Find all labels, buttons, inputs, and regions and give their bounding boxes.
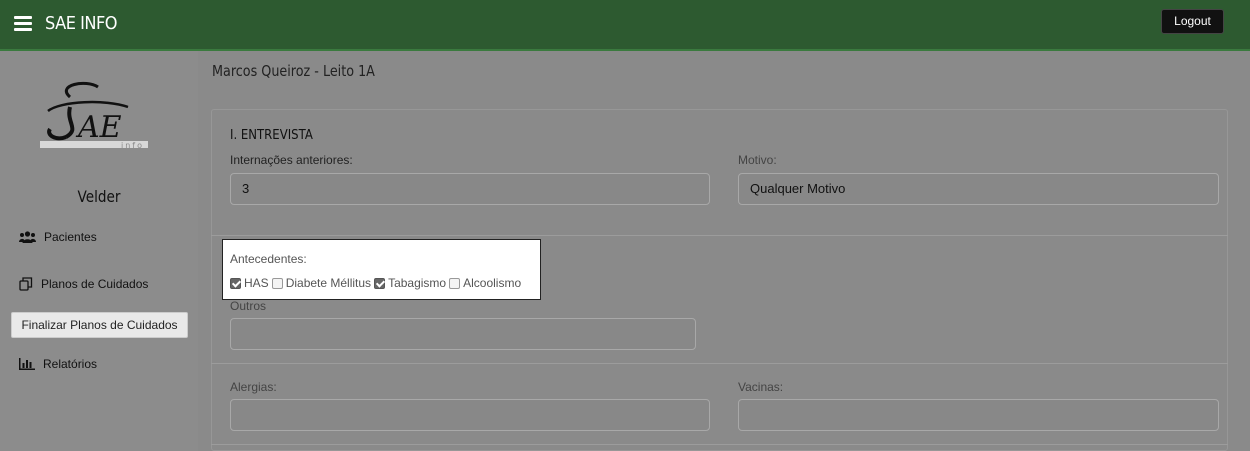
alergias-input[interactable] <box>230 399 710 431</box>
sidebar-item-relatorios[interactable]: Relatórios <box>19 357 97 371</box>
user-name: Velder <box>77 187 121 206</box>
outros-input[interactable] <box>230 318 696 350</box>
antecedentes-label: Antecedentes: <box>230 252 307 266</box>
section-divider <box>211 444 1228 445</box>
internacoes-label: Internações anteriores: <box>230 153 353 167</box>
internacoes-input[interactable]: 3 <box>230 173 710 205</box>
app-brand[interactable]: SAE INFO <box>45 13 118 34</box>
copy-icon <box>19 277 33 291</box>
sidebar-item-label: Planos de Cuidados <box>41 277 149 291</box>
sidebar: AE info Velder Pacientes Planos de Cuida… <box>0 51 198 451</box>
motivo-input[interactable]: Qualquer Motivo <box>738 173 1219 205</box>
users-icon <box>19 231 36 243</box>
finalizar-planos-button[interactable]: Finalizar Planos de Cuidados <box>11 312 188 338</box>
section-divider <box>211 363 1228 364</box>
has-checkbox[interactable] <box>230 277 241 289</box>
section-divider <box>211 235 1228 236</box>
hamburger-menu-icon[interactable] <box>14 16 32 31</box>
tabagismo-checkbox[interactable] <box>374 277 386 289</box>
alergias-label: Alergias: <box>230 380 277 394</box>
diabete-checkbox[interactable] <box>271 277 283 289</box>
diabete-label: Diabete Méllitus <box>285 276 372 290</box>
has-label: HAS <box>244 276 269 290</box>
sidebar-item-pacientes[interactable]: Pacientes <box>19 230 97 244</box>
logo-subtext: info <box>121 141 144 150</box>
sidebar-item-planos[interactable]: Planos de Cuidados <box>19 277 148 291</box>
svg-text:AE: AE <box>75 110 122 145</box>
sidebar-item-label: Pacientes <box>44 230 97 244</box>
logout-button[interactable]: Logout <box>1161 9 1224 34</box>
vacinas-label: Vacinas: <box>738 380 784 394</box>
vacinas-input[interactable] <box>738 399 1219 431</box>
sae-logo: AE info <box>40 81 148 150</box>
bar-chart-icon <box>19 358 35 370</box>
alcoolismo-label: Alcoolismo <box>463 276 522 290</box>
page-title: Marcos Queiroz - Leito 1A <box>212 62 375 80</box>
tabagismo-label: Tabagismo <box>388 276 447 290</box>
section-title: I. ENTREVISTA <box>230 128 313 143</box>
antecedentes-highlight: Antecedentes: HAS Diabete Méllitus Tabag… <box>222 239 541 300</box>
antecedentes-options: HAS Diabete Méllitus Tabagismo Alcoolism… <box>230 276 524 290</box>
motivo-label: Motivo: <box>738 153 777 167</box>
sidebar-item-label: Relatórios <box>43 357 98 371</box>
outros-label: Outros <box>230 299 267 313</box>
top-navbar: SAE INFO Logout <box>0 0 1250 51</box>
alcoolismo-checkbox[interactable] <box>449 277 461 289</box>
